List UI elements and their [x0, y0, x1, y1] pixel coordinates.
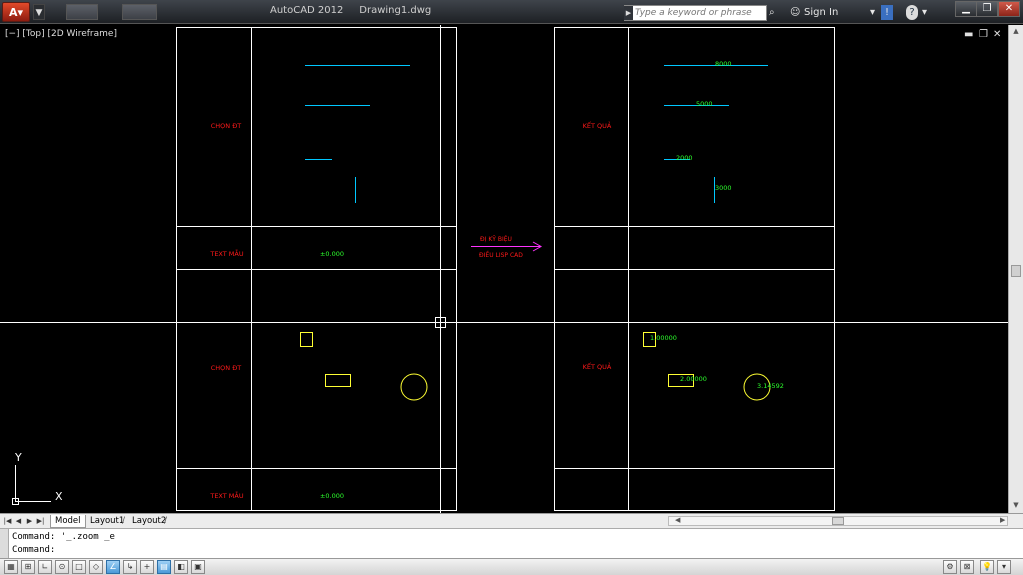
- toolbar-lock-icon[interactable]: ⊠: [960, 560, 974, 574]
- quick-access-toolbar-item[interactable]: [122, 4, 157, 20]
- first-tab-icon[interactable]: |◀: [3, 516, 12, 526]
- expand-search-icon[interactable]: ▶: [624, 6, 633, 20]
- help-icon[interactable]: ?: [906, 5, 918, 20]
- area-circle-text[interactable]: 3.14592: [757, 382, 784, 390]
- vertical-scrollbar[interactable]: ▲ ▼: [1008, 25, 1023, 513]
- horizontal-scrollbar[interactable]: ◀ ▶: [668, 516, 1008, 526]
- left-row5-sample-text[interactable]: ±0.000: [320, 492, 344, 500]
- user-icon[interactable]: ☺: [790, 5, 800, 20]
- autocad-window: A▾ ▼ AutoCAD 2012 Drawing1.dwg ▶ ⌕ ☺ Sig…: [0, 0, 1023, 575]
- restore-button[interactable]: ❐: [976, 1, 998, 17]
- ortho-mode-icon[interactable]: ∟: [38, 560, 52, 574]
- status-bar-menu-icon[interactable]: ▾: [997, 560, 1011, 574]
- right-row1-label: KẾT QUẢ: [583, 120, 612, 130]
- snap-mode-icon[interactable]: ▦: [4, 560, 18, 574]
- cursor-crosshair: [0, 25, 1008, 513]
- left-row4-label: CHỌN ĐT: [211, 364, 242, 372]
- quick-properties-icon[interactable]: ▣: [191, 560, 205, 574]
- dimension-2000-text[interactable]: 2000: [676, 154, 693, 162]
- command-window[interactable]: Command: '_.zoom _e Command:: [0, 528, 1023, 559]
- workspace-switching-icon[interactable]: ⚙: [943, 560, 957, 574]
- left-row5-label: TEXT MẪU: [209, 490, 244, 500]
- left-row1-label: CHỌN ĐT: [211, 122, 242, 130]
- 3d-osnap-icon[interactable]: ◇: [89, 560, 103, 574]
- object-snap-tracking-icon[interactable]: ∠: [106, 560, 120, 574]
- right-table: [554, 27, 835, 511]
- tab-separator: /: [164, 516, 168, 526]
- transform-arrow: ĐỊ KỸ BIỆU ĐIỀU LISP CAD: [471, 235, 543, 259]
- help-search-box[interactable]: ▶: [624, 5, 767, 21]
- viewport-close-icon[interactable]: ✕: [993, 30, 1001, 40]
- autocad-logo-icon: A▾: [9, 6, 24, 19]
- scroll-up-icon[interactable]: ▲: [1011, 27, 1021, 35]
- quick-access-dropdown-icon[interactable]: ▼: [33, 4, 45, 20]
- dynamic-input-icon[interactable]: +: [140, 560, 154, 574]
- ucs-x-label: X: [55, 490, 63, 503]
- ucs-icon: [12, 465, 51, 505]
- left-row2-label: TEXT MẪU: [209, 248, 244, 258]
- dimension-8000-text[interactable]: 8000: [715, 60, 732, 68]
- object-snap-icon[interactable]: □: [72, 560, 86, 574]
- left-table: [176, 27, 457, 511]
- application-menu-button[interactable]: A▾: [2, 2, 30, 22]
- transparency-icon[interactable]: ◧: [174, 560, 188, 574]
- help-dropdown-icon[interactable]: ▾: [922, 5, 927, 20]
- layout-tabs-bar: |◀ ◀ ▶ ▶| Model Layout1 / Layout2 / ◀ ▶: [0, 513, 1023, 528]
- dynamic-ucs-icon[interactable]: ↳: [123, 560, 137, 574]
- previous-tab-icon[interactable]: ◀: [14, 516, 23, 526]
- viewport-restore-icon[interactable]: ❐: [979, 30, 988, 40]
- grid-display-icon[interactable]: ⊞: [21, 560, 35, 574]
- lineweight-icon[interactable]: ▤: [157, 560, 171, 574]
- ucs-y-label: Y: [14, 451, 22, 464]
- area-square-text[interactable]: 1.00000: [650, 334, 677, 342]
- left-row2-sample-text[interactable]: ±0.000: [320, 250, 344, 258]
- search-input[interactable]: [635, 7, 763, 19]
- sample-rectangle[interactable]: [325, 374, 351, 387]
- scroll-down-icon[interactable]: ▼: [1011, 501, 1021, 509]
- title-bar: A▾ ▼ AutoCAD 2012 Drawing1.dwg ▶ ⌕ ☺ Sig…: [0, 0, 1023, 24]
- vertical-scroll-thumb[interactable]: [1011, 265, 1021, 277]
- isolate-objects-icon[interactable]: 💡: [980, 560, 994, 574]
- minimize-button[interactable]: ▁: [955, 1, 977, 17]
- tab-separator: /: [122, 516, 126, 526]
- command-history-line: Command: '_.zoom _e: [12, 532, 115, 542]
- polar-tracking-icon[interactable]: ⊙: [55, 560, 69, 574]
- window-title: AutoCAD 2012 Drawing1.dwg: [270, 5, 432, 16]
- dimension-3000-text[interactable]: 3000: [715, 184, 732, 192]
- last-tab-icon[interactable]: ▶|: [36, 516, 45, 526]
- viewport-controls-label[interactable]: [−] [Top] [2D Wireframe]: [5, 29, 117, 39]
- command-prompt[interactable]: Command:: [12, 545, 55, 555]
- tab-model[interactable]: Model: [50, 515, 86, 528]
- viewport-minimize-icon[interactable]: ▬: [964, 30, 973, 40]
- exchange-icon[interactable]: !: [881, 5, 893, 20]
- right-row4-label: KẾT QUẢ: [583, 361, 612, 371]
- command-window-grip[interactable]: [0, 529, 9, 559]
- sample-circle[interactable]: [400, 373, 428, 401]
- horizontal-scroll-thumb[interactable]: [832, 517, 844, 525]
- area-rectangle-text[interactable]: 2.00000: [680, 375, 707, 383]
- sample-square[interactable]: [300, 332, 313, 347]
- status-bar: ▦ ⊞ ∟ ⊙ □ ◇ ∠ ↳ + ▤ ◧ ▣ ⚙ ⊠ 💡 ▾: [0, 558, 1023, 575]
- quick-access-toolbar-item[interactable]: [66, 4, 98, 20]
- sign-in-dropdown-icon[interactable]: ▾: [870, 5, 875, 20]
- binoculars-icon[interactable]: ⌕: [769, 5, 775, 20]
- arrow-caption-line1: ĐỊ KỸ BIỆU: [480, 235, 512, 243]
- scroll-right-icon[interactable]: ▶: [1000, 516, 1005, 524]
- close-button[interactable]: ✕: [998, 1, 1020, 17]
- sign-in-button[interactable]: Sign In: [804, 5, 838, 20]
- model-space-canvas[interactable]: CHỌN ĐT TEXT MẪU CHỌN ĐT TEXT MẪU ±0.000…: [0, 25, 1008, 513]
- arrow-caption-line2: ĐIỀU LISP CAD: [479, 251, 523, 259]
- next-tab-icon[interactable]: ▶: [25, 516, 34, 526]
- scroll-left-icon[interactable]: ◀: [675, 516, 680, 524]
- dimension-5000-text[interactable]: 5000: [696, 100, 713, 108]
